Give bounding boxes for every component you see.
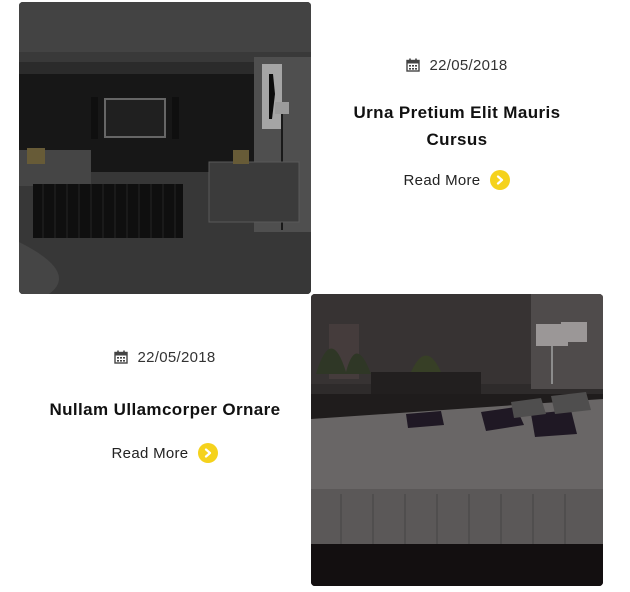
chevron-right-icon[interactable]: [490, 170, 511, 190]
post-date-text: 22/05/2018: [429, 56, 508, 74]
calendar-icon: [114, 350, 129, 364]
post-image-living-room[interactable]: [19, 2, 311, 294]
read-more-link[interactable]: Read More: [112, 443, 219, 463]
chevron-right-icon[interactable]: [198, 443, 219, 463]
post-info-2: 22/05/2018 Nullam Ullamcorper Ornare Rea…: [19, 347, 311, 463]
read-more-label: Read More: [111, 444, 189, 462]
post-info-1: 22/05/2018 Urna Pretium Elit Mauris Curs…: [311, 55, 603, 190]
post-image-bedroom[interactable]: [311, 294, 603, 586]
read-more-link[interactable]: Read More: [404, 170, 511, 190]
post-date-text: 22/05/2018: [137, 348, 216, 366]
post-date: 22/05/2018: [19, 347, 311, 367]
calendar-icon: [406, 58, 421, 72]
post-title[interactable]: Urna Pretium Elit Mauris Cursus: [311, 99, 603, 153]
read-more-label: Read More: [403, 171, 481, 189]
post-date: 22/05/2018: [311, 55, 603, 75]
post-title[interactable]: Nullam Ullamcorper Ornare: [19, 396, 311, 423]
